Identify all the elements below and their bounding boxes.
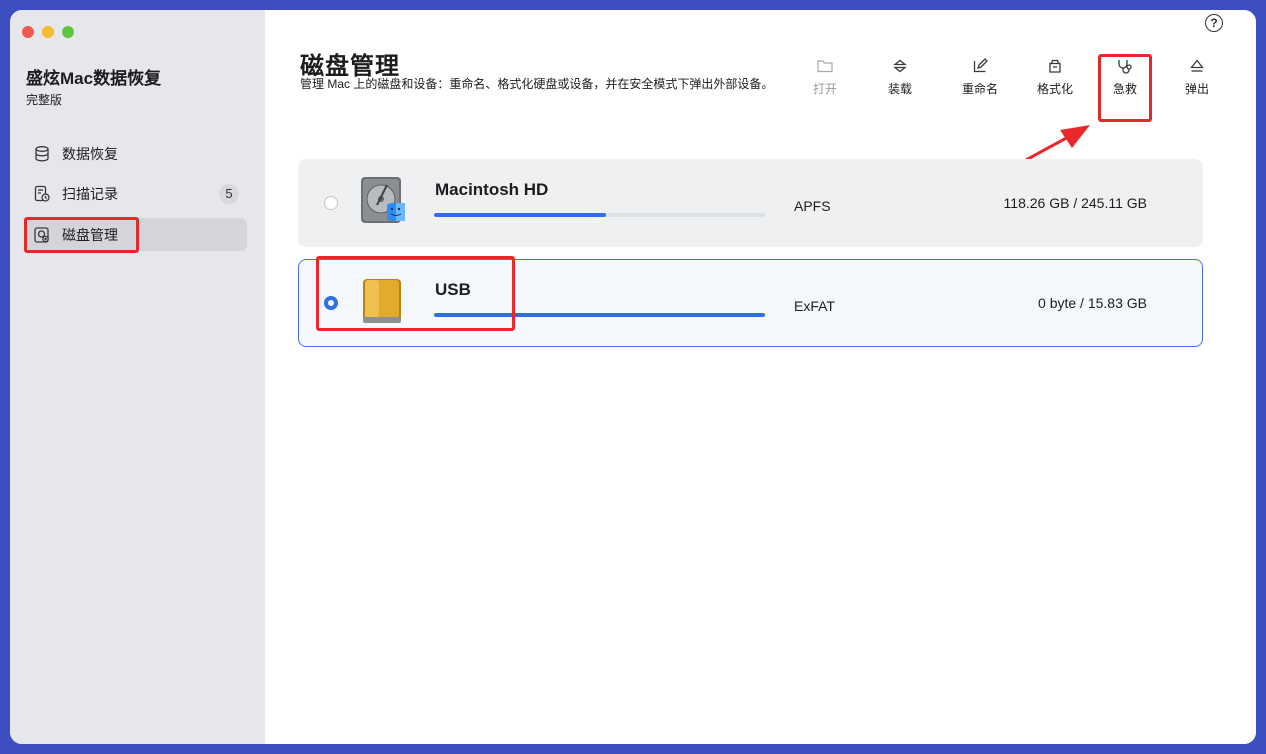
close-window-button[interactable] (22, 26, 34, 38)
disk-radio[interactable] (324, 296, 338, 310)
disk-capacity: 0 byte / 15.83 GB (1038, 295, 1147, 311)
disk-management-icon (32, 225, 52, 245)
disk-row-usb[interactable]: USB ExFAT 0 byte / 15.83 GB (298, 259, 1203, 347)
eject-icon (1167, 56, 1227, 76)
sidebar-item-disk-management[interactable]: 磁盘管理 (26, 218, 247, 251)
open-button[interactable]: 打开 (795, 56, 855, 97)
rescue-button[interactable]: 急救 (1095, 56, 1155, 97)
disk-name: Macintosh HD (435, 180, 549, 199)
rename-button[interactable]: 重命名 (950, 56, 1010, 97)
disk-name: USB (435, 280, 471, 299)
disk-filesystem: ExFAT (794, 298, 835, 314)
sidebar-item-label: 扫描记录 (62, 185, 118, 202)
scan-count-badge: 5 (219, 184, 239, 204)
disk-usage-bar (434, 313, 765, 317)
page-description: 管理 Mac 上的磁盘和设备：重命名、格式化硬盘或设备，并在安全模式下弹出外部设… (300, 77, 774, 91)
mount-button[interactable]: 装载 (870, 56, 930, 97)
folder-icon (795, 56, 855, 76)
stethoscope-icon (1095, 56, 1155, 76)
disk-filesystem: APFS (794, 198, 831, 214)
mount-icon (870, 56, 930, 76)
help-button[interactable]: ? (1205, 14, 1223, 32)
window-controls (22, 26, 74, 38)
disk-usage-fill (434, 213, 607, 217)
disk-usage-bar (434, 213, 765, 217)
external-drive-icon (357, 275, 407, 327)
internal-hard-drive-icon (357, 175, 407, 227)
rename-icon (950, 56, 1010, 76)
eject-button[interactable]: 弹出 (1167, 56, 1227, 97)
disk-capacity: 118.26 GB / 245.11 GB (1003, 195, 1147, 211)
format-icon (1025, 56, 1085, 76)
disk-radio[interactable] (324, 196, 338, 210)
disk-row-macintosh-hd[interactable]: Macintosh HD APFS 118.26 GB / 245.11 GB (298, 159, 1203, 247)
disk-usage-fill (434, 313, 765, 317)
minimize-window-button[interactable] (42, 26, 54, 38)
sidebar: 盛炫Mac数据恢复 完整版 数据恢复 扫描记录 5 磁盘管理 (10, 10, 265, 744)
app-edition: 完整版 (26, 93, 63, 107)
sidebar-item-scan-history[interactable]: 扫描记录 5 (26, 177, 247, 210)
main-content (265, 10, 1256, 744)
database-icon (32, 144, 52, 164)
scan-history-icon (32, 184, 52, 204)
sidebar-item-label: 磁盘管理 (62, 226, 118, 243)
zoom-window-button[interactable] (62, 26, 74, 38)
format-button[interactable]: 格式化 (1025, 56, 1085, 97)
app-title: 盛炫Mac数据恢复 (26, 69, 162, 88)
sidebar-item-data-recovery[interactable]: 数据恢复 (26, 137, 247, 170)
sidebar-item-label: 数据恢复 (62, 145, 118, 162)
